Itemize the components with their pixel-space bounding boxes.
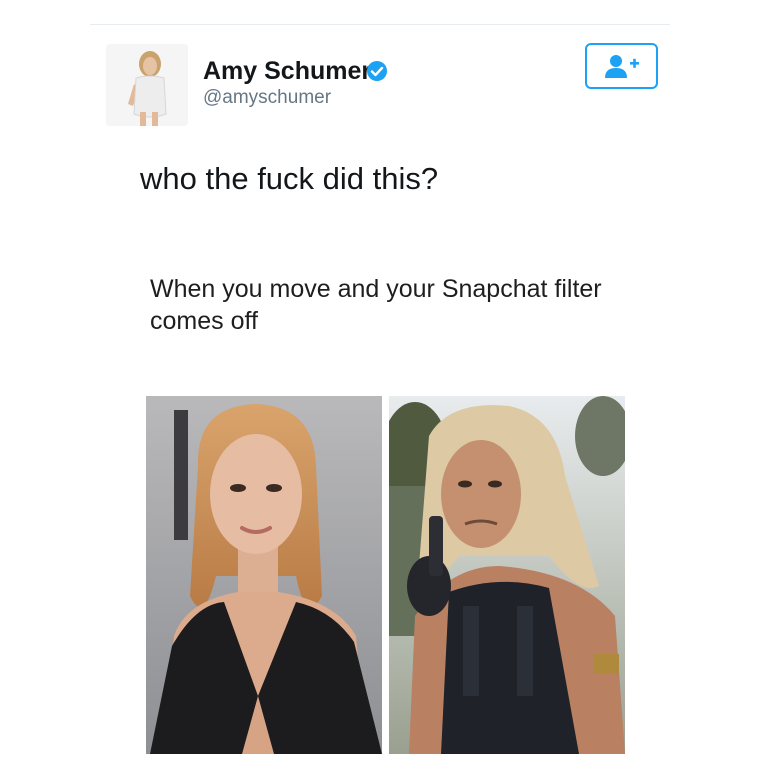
- add-user-icon: [604, 55, 639, 78]
- user-handle[interactable]: @amyschumer: [203, 87, 331, 109]
- profile-avatar[interactable]: [106, 44, 188, 126]
- top-divider: [90, 24, 670, 25]
- left-photo: [146, 396, 382, 754]
- tweet-text: who the fuck did this?: [140, 161, 439, 196]
- verified-badge-icon: [367, 61, 387, 81]
- display-name[interactable]: Amy Schumer: [203, 56, 371, 86]
- avatar-image: [106, 44, 188, 126]
- man-vest-photo: [389, 396, 625, 754]
- meme-caption: When you move and your Snapchat filter c…: [150, 275, 602, 335]
- right-photo: [389, 396, 625, 754]
- woman-red-carpet-photo: [146, 396, 382, 754]
- follow-button[interactable]: [585, 43, 658, 89]
